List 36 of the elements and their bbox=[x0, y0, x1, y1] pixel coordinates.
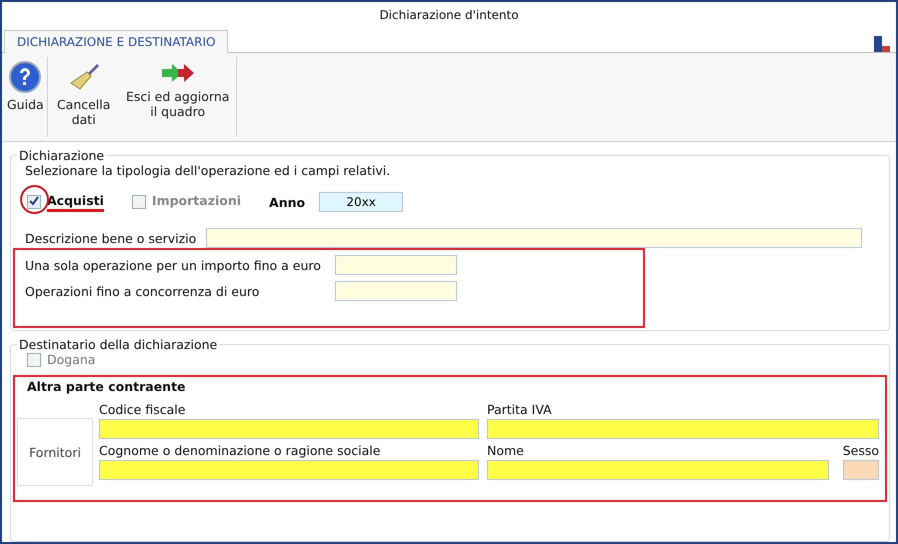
checkbox[interactable] bbox=[27, 195, 41, 209]
field-label: Sesso bbox=[842, 443, 879, 458]
instruction-text: Selezionare la tipologia dell'operazione ed i campi relativi. bbox=[24, 163, 392, 178]
year-label: Anno bbox=[269, 194, 306, 210]
year-field[interactable]: 20xx bbox=[319, 192, 404, 212]
field-label: Nome bbox=[487, 443, 525, 458]
field-label: Codice fiscale bbox=[99, 402, 186, 417]
highlight-circle bbox=[20, 184, 49, 214]
help-icon bbox=[9, 61, 42, 93]
text-field[interactable] bbox=[487, 419, 879, 439]
option-label: Importazioni bbox=[152, 192, 242, 210]
amount-field[interactable] bbox=[335, 255, 457, 275]
tab[interactable]: DICHIARAZIONE E DESTINATARIO bbox=[4, 30, 228, 53]
window-title: Dichiarazione d'intento bbox=[378, 7, 520, 24]
text-field[interactable] bbox=[99, 419, 479, 439]
field-label: Cognome o denominazione o ragione sociale bbox=[99, 443, 382, 458]
arrow-icon bbox=[160, 61, 196, 85]
panel-legend: Destinatario della dichiarazione bbox=[17, 337, 220, 352]
text-field[interactable] bbox=[487, 460, 829, 480]
field-label: Una sola operazione per un importo fino a euro bbox=[25, 258, 322, 272]
toolbar-button[interactable]: Guida bbox=[6, 57, 45, 137]
field-label: Partita IVA bbox=[487, 402, 553, 417]
description-field[interactable] bbox=[206, 228, 862, 248]
toolbar-button[interactable]: Cancella dati bbox=[48, 57, 120, 137]
text-field[interactable] bbox=[99, 460, 479, 480]
amount-field[interactable] bbox=[335, 281, 457, 301]
field-label: Descrizione bene o servizio bbox=[25, 230, 196, 246]
category-label: Fornitori bbox=[17, 418, 93, 486]
checkbox-label: Dogana bbox=[47, 352, 96, 367]
section-title: Altra parte contraente bbox=[27, 379, 186, 394]
field-label: Operazioni fino a concorrenza di euro bbox=[25, 284, 260, 298]
check-icon bbox=[29, 196, 39, 206]
text-field[interactable] bbox=[842, 460, 879, 480]
flag-icon bbox=[874, 36, 890, 52]
panel-legend: Dichiarazione bbox=[17, 148, 106, 163]
toolbar-button[interactable]: Esci ed aggiorna il quadro bbox=[122, 57, 234, 137]
